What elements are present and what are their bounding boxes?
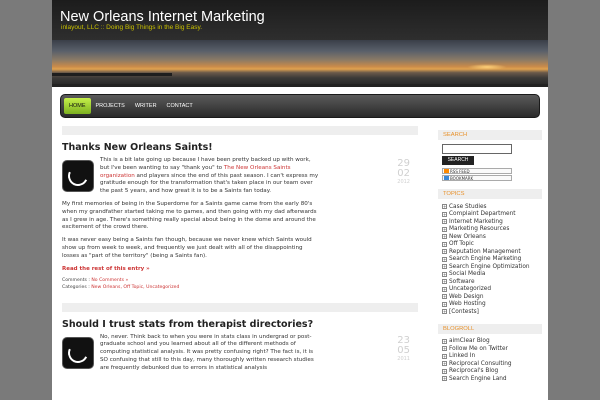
plus-icon: + <box>442 271 447 277</box>
plus-icon: + <box>442 376 447 382</box>
topics-item[interactable]: + Software <box>442 278 542 286</box>
plus-icon: + <box>442 226 447 232</box>
rss-feed-button[interactable]: RSS FEED <box>442 168 512 174</box>
plus-icon: + <box>442 204 447 210</box>
topics-item[interactable]: + Web Hosting <box>442 301 542 309</box>
topics-item[interactable]: + [Contests] <box>442 308 542 316</box>
blog-logo-icon <box>62 336 94 369</box>
category-links[interactable]: New Orleans, Off Topic, Uncategorized <box>91 285 179 290</box>
topics-item[interactable]: + New Orleans <box>442 233 542 241</box>
rss-icon <box>444 169 449 173</box>
post: Thanks New Orleans Saints! 29 02 2012 Th… <box>60 142 420 291</box>
blogroll-heading: BLOGROLL <box>438 323 542 334</box>
search-input[interactable] <box>442 144 512 154</box>
bookmark-icon <box>444 176 449 180</box>
post-date: 29 02 2012 <box>397 158 410 186</box>
plus-icon: + <box>442 264 447 270</box>
plus-icon: + <box>442 368 447 374</box>
post-title[interactable]: Should I trust stats from therapist dire… <box>62 319 420 330</box>
topics-item[interactable]: + Web Design <box>442 293 542 301</box>
search-heading: SEARCH <box>438 130 542 140</box>
plus-icon: + <box>442 353 447 359</box>
post-body: 29 02 2012 This is a bit late going up b… <box>62 157 410 259</box>
post-divider <box>62 126 418 135</box>
site-tagline: inlayout, LLC :: Doing Big Things in the… <box>61 24 203 31</box>
blogroll-item[interactable]: + Follow Me on Twitter <box>442 345 542 353</box>
site-header: New Orleans Internet Marketing inlayout,… <box>52 0 548 87</box>
topics-item[interactable]: + Marketing Resources <box>442 226 542 234</box>
topics-item[interactable]: + Off Topic <box>442 241 542 249</box>
blog-logo-icon <box>62 160 94 192</box>
post-divider <box>62 302 418 312</box>
plus-icon: + <box>442 346 447 352</box>
blogroll-item[interactable]: + Reciprocal Consulting <box>442 360 542 368</box>
topics-item[interactable]: + Social Media <box>442 271 542 279</box>
blogroll-item[interactable]: + Reciprocal's Blog <box>442 368 542 376</box>
topics-list: + Case Studies + Complaint Department + Inter… <box>442 203 542 316</box>
plus-icon: + <box>442 249 447 255</box>
main-content: Thanks New Orleans Saints! 29 02 2012 Th… <box>60 126 420 385</box>
plus-icon: + <box>442 301 447 307</box>
plus-icon: + <box>442 219 447 225</box>
topics-item[interactable]: + Reputation Management <box>442 248 542 256</box>
topics-item[interactable]: + Complaint Department <box>442 211 542 219</box>
nav-writer[interactable]: WRITER <box>130 98 162 114</box>
plus-icon: + <box>442 279 447 285</box>
topics-item[interactable]: + Search Engine Optimization <box>442 263 542 271</box>
plus-icon: + <box>442 361 447 367</box>
topics-item[interactable]: + Case Studies <box>442 203 542 211</box>
plus-icon: + <box>442 294 447 300</box>
blogroll-item[interactable]: + Search Engine Land <box>442 375 542 383</box>
site-title[interactable]: New Orleans Internet Marketing <box>60 9 265 25</box>
post-title[interactable]: Thanks New Orleans Saints! <box>62 142 420 153</box>
blogroll-list: + aimClear Blog + Follow Me on Twitter + Link… <box>442 338 542 383</box>
topics-item[interactable]: + Internet Marketing <box>442 218 542 226</box>
bookmark-button[interactable]: BOOKMARK <box>442 175 512 181</box>
sidebar: SEARCH SEARCH RSS FEED BOOKMARK TOPICS +… <box>438 130 542 383</box>
plus-icon: + <box>442 241 447 247</box>
nav-contact[interactable]: CONTACT <box>162 98 198 114</box>
post: Should I trust stats from therapist dire… <box>60 319 420 373</box>
plus-icon: + <box>442 338 447 344</box>
plus-icon: + <box>442 309 447 315</box>
plus-icon: + <box>442 234 447 240</box>
post-body: 23 05 2011 No, never. Think back to when… <box>62 334 410 373</box>
blogroll-item[interactable]: + Linked In <box>442 353 542 361</box>
header-banner-image <box>52 40 548 84</box>
shoreline <box>52 73 172 76</box>
plus-icon: + <box>442 256 447 262</box>
plus-icon: + <box>442 286 447 292</box>
main-nav: HOME PROJECTS WRITER CONTACT <box>60 94 540 118</box>
post-meta: Comments : No Comments » Categories : Ne… <box>62 277 180 290</box>
search-button[interactable]: SEARCH <box>442 156 474 165</box>
post-date: 23 05 2011 <box>397 334 410 362</box>
plus-icon: + <box>442 211 447 217</box>
topics-heading: TOPICS <box>438 189 542 199</box>
topics-item[interactable]: + Search Engine Marketing <box>442 256 542 264</box>
sunset-glow <box>467 64 507 70</box>
topics-item[interactable]: + Uncategorized <box>442 286 542 294</box>
page: New Orleans Internet Marketing inlayout,… <box>52 0 548 400</box>
comments-link[interactable]: No Comments » <box>91 278 128 283</box>
blogroll-item[interactable]: + aimClear Blog <box>442 338 542 346</box>
read-more-link[interactable]: Read the rest of this entry » <box>62 266 420 272</box>
nav-projects[interactable]: PROJECTS <box>91 98 130 114</box>
nav-home[interactable]: HOME <box>64 98 91 114</box>
